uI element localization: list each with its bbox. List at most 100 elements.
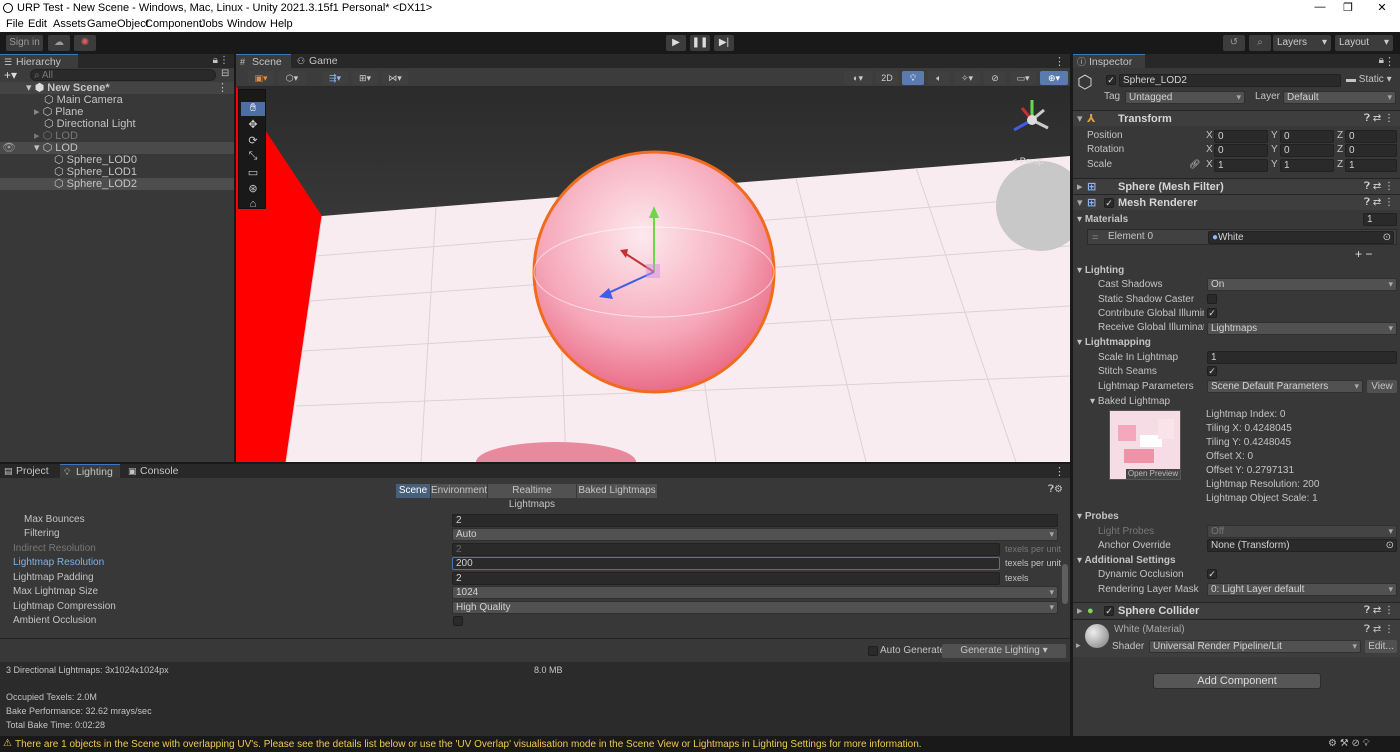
menu-edit[interactable]: Edit: [28, 18, 47, 30]
menu-help[interactable]: Help: [270, 18, 293, 30]
subtab-scene[interactable]: Scene: [396, 484, 430, 498]
additional-settings-section[interactable]: ▾ Additional Settings: [1077, 555, 1176, 567]
menu-gameobject[interactable]: GameObject: [87, 18, 149, 30]
inspector-more-icon[interactable]: ⋮: [1384, 55, 1395, 68]
component-menu-icon[interactable]: ❓︎ ⇄ ⋮: [1364, 195, 1394, 211]
sign-in-button[interactable]: Sign in: [6, 35, 43, 51]
cast-shadows-dropdown[interactable]: On: [1207, 278, 1397, 291]
chevron-right-icon[interactable]: ▸: [1076, 640, 1081, 651]
maximize-button[interactable]: ❐: [1332, 1, 1364, 14]
scene-viewport[interactable]: ✋︎ ✥ ⟳ ⤡ ▭ ⊛ ⌂ < Persp: [236, 86, 1070, 462]
transform-tool-icon[interactable]: ⊛: [241, 182, 265, 196]
menu-window[interactable]: Window: [227, 18, 266, 30]
drag-handle-icon[interactable]: =: [1092, 232, 1098, 244]
draw-mode-icon[interactable]: ▣▾: [248, 71, 274, 85]
hand-tool-icon[interactable]: ✋︎: [241, 102, 265, 116]
list-item[interactable]: ⬡ Directional Light: [44, 118, 136, 130]
lightmapping-section[interactable]: ▾ Lightmapping: [1077, 337, 1151, 349]
collider-enabled-checkbox[interactable]: ✓: [1104, 606, 1114, 616]
shader-dropdown[interactable]: Universal Render Pipeline/Lit: [1149, 640, 1361, 653]
collab-icon[interactable]: ✺: [74, 35, 96, 51]
lightmap-parameters-dropdown[interactable]: Scene Default Parameters: [1207, 380, 1363, 393]
pause-button[interactable]: ❚❚: [690, 35, 710, 51]
object-picker-icon[interactable]: ⊙: [1386, 540, 1394, 551]
tab-hierarchy[interactable]: ☰ Hierarchy: [0, 54, 78, 68]
max-bounces-field[interactable]: 2: [452, 514, 1058, 527]
lightmap-padding-field[interactable]: 2: [452, 572, 1000, 585]
tab-scene[interactable]: # Scene: [236, 54, 291, 68]
sphere-collider-header[interactable]: ▸ ● ✓ Sphere Collider ❓︎ ⇄ ⋮: [1073, 602, 1400, 618]
position-z[interactable]: 0: [1345, 130, 1397, 143]
scene-more-icon[interactable]: ⋮: [1054, 55, 1065, 68]
tab-inspector[interactable]: ⓘ Inspector: [1073, 54, 1145, 68]
scale-z[interactable]: 1: [1345, 159, 1397, 172]
component-menu-icon[interactable]: ❓︎ ⇄ ⋮: [1364, 179, 1394, 195]
rotation-x[interactable]: 0: [1214, 144, 1268, 157]
object-name-field[interactable]: Sphere_LOD2: [1119, 74, 1341, 87]
shading-icon[interactable]: ⬡▾: [278, 71, 306, 85]
settings-scrollbar[interactable]: [1062, 564, 1068, 604]
scale-tool-icon[interactable]: ⤡: [241, 150, 265, 164]
menu-component[interactable]: Component: [145, 18, 202, 30]
active-checkbox[interactable]: ✓: [1106, 75, 1116, 85]
status-icons[interactable]: ⚙ ⚒ ⊘ 💡︎: [1328, 738, 1370, 749]
search-icon[interactable]: ⌕: [1249, 35, 1271, 51]
2d-toggle-button[interactable]: 2D: [876, 71, 898, 85]
snap-icon[interactable]: ⇶▾: [322, 71, 348, 85]
static-shadow-caster-checkbox[interactable]: [1207, 294, 1217, 304]
component-menu-icon[interactable]: ❓︎ ⇄ ⋮: [1364, 624, 1394, 635]
lock-icon[interactable]: 🔒︎: [213, 55, 218, 66]
custom-tool-icon[interactable]: ⌂: [241, 198, 265, 210]
add-icon[interactable]: +▾: [4, 68, 17, 82]
material-field[interactable]: ●White ⊙: [1208, 231, 1394, 244]
filtering-dropdown[interactable]: Auto: [452, 528, 1058, 541]
menu-assets[interactable]: Assets: [53, 18, 86, 30]
play-button[interactable]: ▶: [666, 35, 686, 51]
menu-file[interactable]: File: [6, 18, 24, 30]
lightmap-preview[interactable]: Open Preview: [1109, 410, 1181, 480]
add-component-button[interactable]: Add Component: [1153, 673, 1321, 689]
lighting-icon[interactable]: 💡︎: [902, 71, 924, 85]
list-item[interactable]: ▸ ⬡ LOD: [34, 130, 78, 142]
tag-dropdown[interactable]: Untagged: [1125, 91, 1245, 104]
scene-more-icon[interactable]: ⋮: [217, 82, 228, 94]
auto-generate-checkbox[interactable]: [868, 646, 878, 656]
component-menu-icon[interactable]: ❓︎ ⇄ ⋮: [1364, 111, 1394, 127]
grid-snap-icon[interactable]: ⊞▾: [352, 71, 378, 85]
layout-dropdown[interactable]: Layout ▾: [1335, 35, 1393, 51]
rotation-z[interactable]: 0: [1345, 144, 1397, 157]
list-item[interactable]: ⬡ Sphere_LOD1: [54, 166, 137, 178]
subtab-environment[interactable]: Environment: [431, 484, 487, 498]
projection-label[interactable]: < Persp: [1012, 156, 1043, 166]
rendering-layer-mask-dropdown[interactable]: 0: Light Layer default: [1207, 583, 1397, 596]
help-icon[interactable]: ❓︎⚙: [1048, 484, 1063, 495]
scale-y[interactable]: 1: [1280, 159, 1334, 172]
renderer-enabled-checkbox[interactable]: ✓: [1104, 198, 1114, 208]
rotate-tool-icon[interactable]: ⟳: [241, 134, 265, 148]
camera-icon[interactable]: ▭▾: [1010, 71, 1036, 85]
gizmos-icon[interactable]: ⊕▾: [1040, 71, 1068, 85]
rect-tool-icon[interactable]: ▭: [241, 166, 265, 180]
step-button[interactable]: ▶|: [714, 35, 734, 51]
anchor-override-field[interactable]: None (Transform) ⊙: [1207, 539, 1397, 552]
position-y[interactable]: 0: [1280, 130, 1334, 143]
contribute-gi-checkbox[interactable]: ✓: [1207, 308, 1217, 318]
layers-dropdown[interactable]: Layers ▾: [1273, 35, 1331, 51]
baked-lightmap-section[interactable]: ▾ Baked Lightmap: [1090, 396, 1170, 408]
object-picker-icon[interactable]: ⊙: [1383, 232, 1391, 243]
list-item[interactable]: ▸ ⬡ Plane: [34, 106, 83, 118]
tab-lighting[interactable]: 💡︎ Lighting: [60, 464, 120, 478]
max-lightmap-size-dropdown[interactable]: 1024: [452, 586, 1058, 599]
subtab-baked[interactable]: Baked Lightmaps: [577, 484, 657, 498]
receive-gi-dropdown[interactable]: Lightmaps: [1207, 322, 1397, 335]
audio-icon[interactable]: 🔈︎: [928, 71, 950, 85]
orientation-gizmo-icon[interactable]: [1002, 92, 1062, 148]
indirect-resolution-field[interactable]: 2: [452, 543, 1000, 556]
tab-project[interactable]: ▤ Project: [0, 464, 54, 478]
probes-section[interactable]: ▾ Probes: [1077, 511, 1119, 523]
list-item[interactable]: ⬡ Sphere_LOD2: [0, 178, 234, 190]
status-bar[interactable]: ⚠ There are 1 objects in the Scene with …: [0, 737, 1400, 752]
hierarchy-search-input[interactable]: ⌕ All: [30, 69, 216, 81]
edit-shader-button[interactable]: Edit...: [1365, 640, 1397, 653]
visibility-icon[interactable]: 👁︎: [2, 142, 16, 154]
